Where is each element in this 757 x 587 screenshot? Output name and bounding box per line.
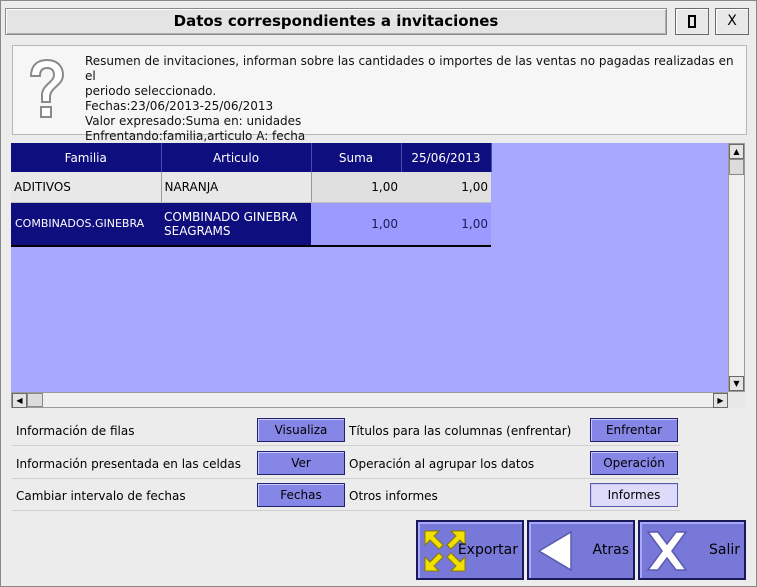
maximize-icon [688, 14, 696, 28]
back-arrow-icon [537, 530, 572, 572]
info-line: Resumen de invitaciones, informan sobre … [85, 54, 734, 83]
table-row[interactable]: ADITIVOS NARANJA 1,00 1,00 [11, 172, 491, 203]
table-cell[interactable]: 1,00 [401, 202, 491, 247]
dialog-window: Datos correspondientes a invitaciones X … [0, 0, 757, 587]
question-icon [29, 58, 65, 118]
back-button[interactable]: Atras [527, 520, 635, 580]
close-button[interactable]: X [715, 8, 749, 35]
fechas-button[interactable]: Fechas [257, 483, 345, 507]
ver-button[interactable]: Ver [257, 451, 345, 475]
option-label: Información presentada en las celdas [16, 457, 242, 471]
option-label: Cambiar intervalo de fechas [16, 489, 186, 503]
column-header[interactable]: Articulo [161, 143, 312, 172]
option-row: Información presentada en las celdas Ver… [12, 449, 680, 479]
informes-button[interactable]: Informes [590, 483, 678, 507]
table-cell[interactable]: ADITIVOS [11, 172, 162, 203]
column-header[interactable]: 25/06/2013 [401, 143, 492, 172]
horizontal-scrollbar[interactable]: ◀ ▶ [11, 392, 729, 408]
vertical-scrollbar[interactable]: ▲ ▼ [728, 143, 745, 392]
info-line: periodo seleccionado. [85, 84, 217, 98]
info-panel: Resumen de invitaciones, informan sobre … [12, 45, 747, 143]
scroll-left-icon[interactable]: ◀ [12, 393, 27, 408]
option-row: Cambiar intervalo de fechas Fechas Otros… [12, 481, 680, 511]
info-line: Enfrentando:familia,articulo A: fecha [85, 129, 306, 143]
option-label: Información de filas [16, 424, 135, 438]
column-header[interactable]: Familia [11, 143, 162, 172]
enfrentar-button[interactable]: Enfrentar [590, 418, 678, 442]
exit-button[interactable]: Salir [638, 520, 746, 580]
scroll-up-icon[interactable]: ▲ [729, 144, 744, 159]
export-label: Exportar [457, 542, 518, 558]
option-label: Operación al agrupar los datos [349, 457, 535, 471]
exit-x-icon [646, 531, 688, 571]
scroll-corner [728, 392, 745, 408]
export-button[interactable]: Exportar [416, 520, 524, 580]
scroll-thumb[interactable] [27, 393, 43, 407]
maximize-button[interactable] [675, 8, 709, 35]
exit-label: Salir [708, 542, 740, 558]
info-line: Fechas:23/06/2013-25/06/2013 [85, 99, 274, 113]
operacion-button[interactable]: Operación [590, 451, 678, 475]
visualiza-button[interactable]: Visualiza [257, 418, 345, 442]
table-cell[interactable]: 1,00 [401, 172, 491, 203]
table-cell[interactable]: COMBINADO GINEBRA SEAGRAMS [161, 202, 311, 247]
option-label: Títulos para las columnas (enfrentar) [349, 424, 572, 438]
table-cell[interactable]: 1,00 [311, 202, 401, 247]
scroll-down-icon[interactable]: ▼ [729, 376, 744, 391]
option-label: Otros informes [349, 489, 438, 503]
back-label: Atras [592, 542, 629, 558]
table-cell[interactable]: COMBINADOS.GINEBRA [11, 202, 161, 247]
info-line: Valor expresado:Suma en: unidades [85, 114, 302, 128]
scroll-right-icon[interactable]: ▶ [713, 393, 728, 408]
table-row[interactable]: COMBINADOS.GINEBRA COMBINADO GINEBRA SEA… [11, 202, 491, 247]
scroll-thumb[interactable] [729, 159, 744, 175]
option-row: Información de filas Visualiza Títulos p… [12, 416, 680, 446]
data-table: Familia Articulo Suma 25/06/2013 ADITIVO… [11, 143, 492, 247]
column-header[interactable]: Suma [311, 143, 402, 172]
table-cell[interactable]: 1,00 [311, 172, 401, 203]
window-title: Datos correspondientes a invitaciones [5, 8, 667, 35]
table-cell[interactable]: NARANJA [161, 172, 312, 203]
table-header-row: Familia Articulo Suma 25/06/2013 [11, 143, 492, 172]
data-grid[interactable]: Familia Articulo Suma 25/06/2013 ADITIVO… [11, 143, 728, 392]
